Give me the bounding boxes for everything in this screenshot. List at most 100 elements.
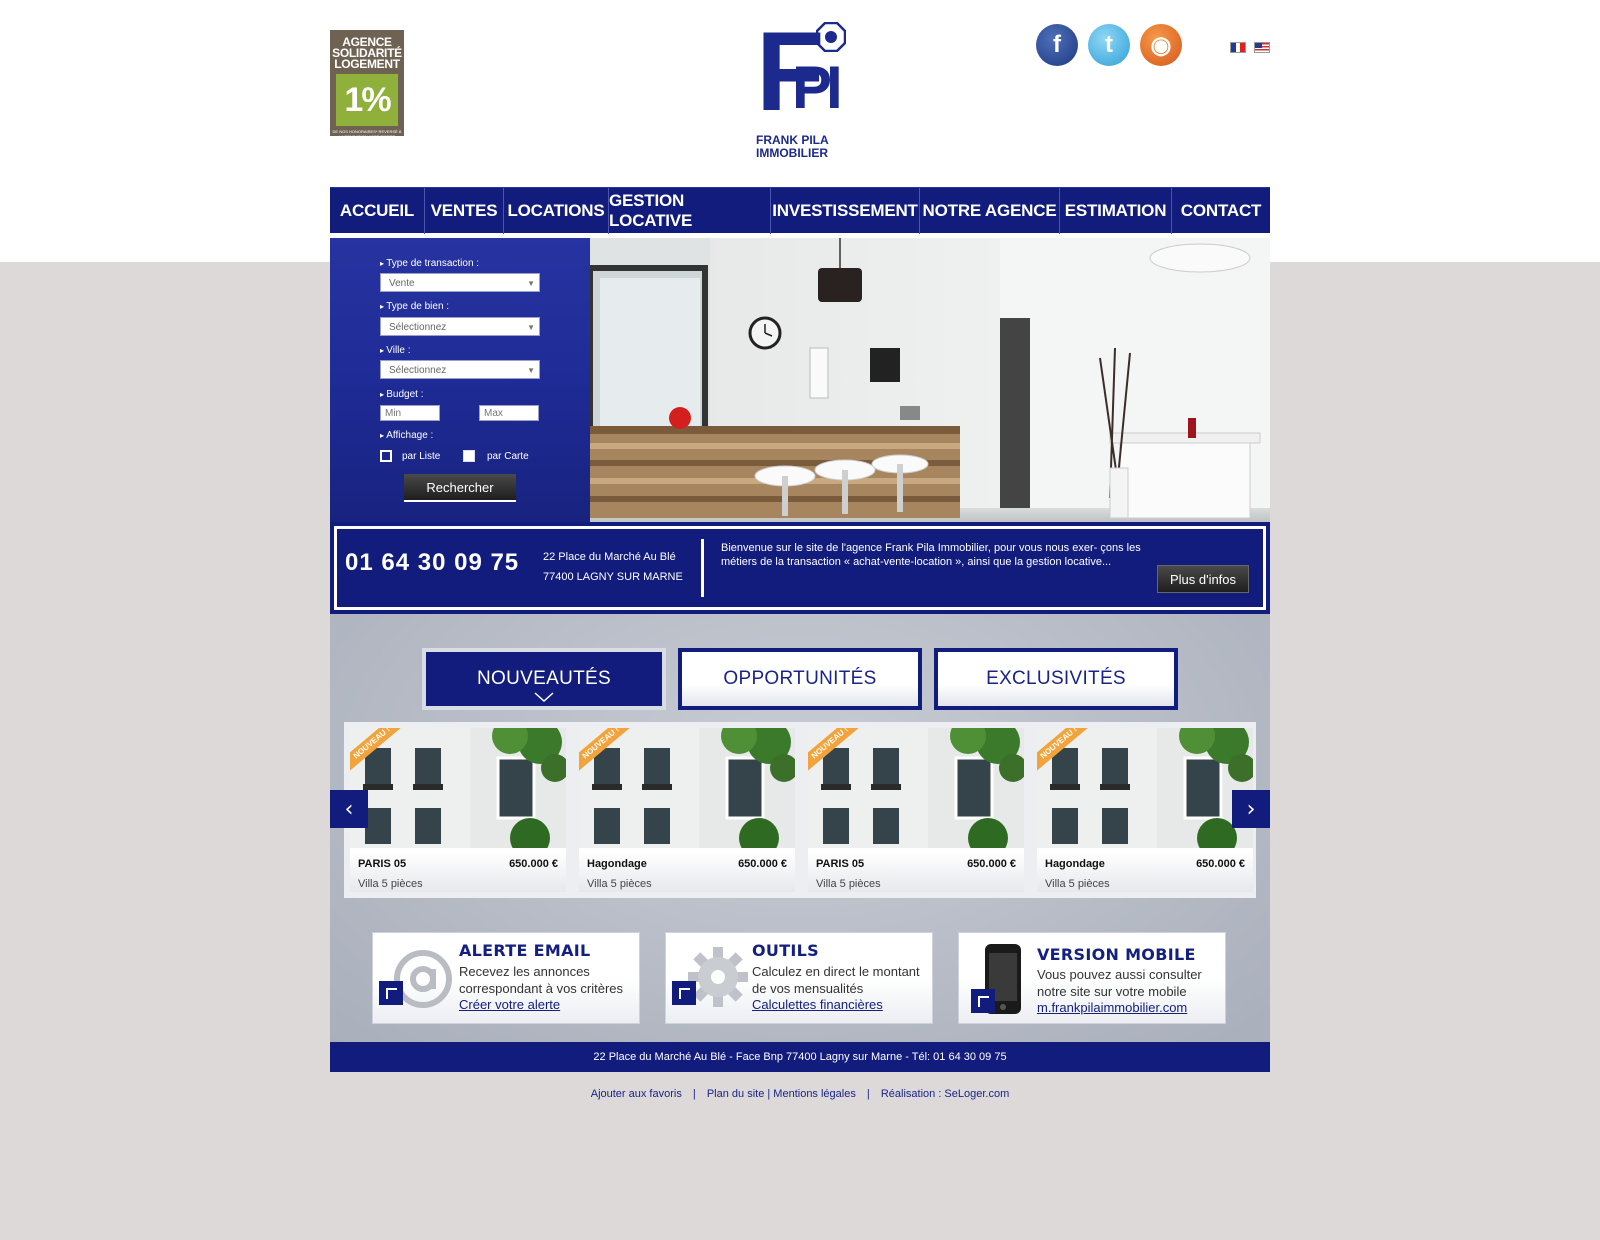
nav-item-estimation[interactable]: ESTIMATION: [1060, 188, 1172, 234]
listing-tabs: NOUVEAUTÉS OPPORTUNITÉS EXCLUSIVITÉS: [422, 648, 1178, 710]
city-label: Ville :: [380, 345, 410, 356]
listing-type: Villa 5 pièces: [587, 878, 652, 890]
solidarity-badge[interactable]: AGENCE SOLIDARITÉ LOGEMENT 1% DE NOS HON…: [330, 30, 404, 139]
listing-city: PARIS 05: [358, 858, 407, 870]
carousel-prev-arrow-icon[interactable]: ‹: [330, 790, 368, 828]
corner-arrow-icon: [971, 989, 995, 1013]
add-favorites-link[interactable]: Ajouter aux favoris: [591, 1088, 682, 1100]
credit-link[interactable]: Réalisation : SeLoger.com: [881, 1088, 1009, 1100]
more-info-button[interactable]: Plus d'infos: [1157, 565, 1249, 593]
budget-max-input[interactable]: [479, 405, 539, 421]
listing-card[interactable]: NOUVEAU ! Hagondage 650.000 € Villa 5 pi…: [1037, 728, 1253, 892]
badge-percent: 1%: [336, 74, 398, 126]
email-alert-box[interactable]: ALERTE EMAIL Recevez les annonces corres…: [372, 932, 640, 1024]
info-divider: [701, 539, 704, 597]
tools-box[interactable]: OUTILS Calculez en direct le montant de …: [665, 932, 933, 1024]
listing-type: Villa 5 pièces: [816, 878, 881, 890]
footer-address-bar: 22 Place du Marché Au Blé - Face Bnp 774…: [330, 1042, 1270, 1072]
building-facade-image: [1037, 728, 1253, 848]
nav-item-locations[interactable]: LOCATIONS: [504, 188, 609, 234]
listing-photo: NOUVEAU !: [579, 728, 795, 848]
property-type-label: Type de bien :: [380, 301, 449, 312]
site-logo[interactable]: F P I FRANK PILA IMMOBILIER: [756, 16, 856, 164]
nav-item-accueil[interactable]: ACCUEIL: [330, 188, 425, 234]
listing-price: 650.000 €: [967, 858, 1016, 870]
mobile-title: VERSION MOBILE: [1037, 945, 1196, 964]
nav-item-notre-agence[interactable]: NOTRE AGENCE: [920, 188, 1060, 234]
building-facade-image: [808, 728, 1024, 848]
tab-opportunites[interactable]: OPPORTUNITÉS: [678, 648, 922, 710]
list-view-label: par Liste: [402, 451, 441, 462]
budget-label: Budget :: [380, 389, 423, 400]
english-flag-icon[interactable]: [1254, 42, 1270, 53]
nav-item-ventes[interactable]: VENTES: [425, 188, 504, 234]
tab-exclusivites[interactable]: EXCLUSIVITÉS: [934, 648, 1178, 710]
listing-card[interactable]: NOUVEAU ! Hagondage 650.000 € Villa 5 pi…: [579, 728, 795, 892]
footer-separator: |: [866, 1088, 870, 1100]
badge-line-3: LOGEMENT: [334, 57, 400, 71]
logo-line-2: IMMOBILIER: [756, 146, 828, 160]
email-alert-text: Recevez les annonces correspondant à vos…: [459, 964, 624, 996]
corner-arrow-icon: [672, 981, 696, 1005]
transaction-select[interactable]: Vente: [380, 273, 540, 293]
listing-photo: NOUVEAU !: [1037, 728, 1253, 848]
property-type-select[interactable]: Sélectionnez: [380, 317, 540, 337]
legal-notice-link[interactable]: Mentions légales: [773, 1088, 856, 1100]
display-label: Affichage :: [380, 430, 433, 441]
corner-arrow-icon: [379, 981, 403, 1005]
listing-card[interactable]: NOUVEAU ! PARIS 05 650.000 € Villa 5 piè…: [350, 728, 566, 892]
promo-boxes: ALERTE EMAIL Recevez les annonces corres…: [372, 932, 1226, 1024]
page-wrapper: AGENCE SOLIDARITÉ LOGEMENT 1% DE NOS HON…: [330, 0, 1270, 1240]
list-view-checkbox[interactable]: [380, 450, 392, 462]
badge-small-text: DE NOS HONORAIRES* REVERSÉ À LA FONDATIO…: [332, 129, 402, 139]
chevron-down-icon: [534, 692, 554, 702]
listing-city: Hagondage: [587, 858, 647, 870]
calculators-link[interactable]: Calculettes financières: [752, 997, 883, 1012]
search-panel: Type de transaction : Vente Type de bien…: [330, 238, 590, 522]
listing-city: Hagondage: [1045, 858, 1105, 870]
facebook-icon[interactable]: f: [1036, 24, 1078, 66]
tab-opportunites-label: OPPORTUNITÉS: [723, 668, 877, 689]
footer-separator: |: [692, 1088, 696, 1100]
french-flag-icon[interactable]: [1230, 42, 1246, 53]
welcome-text: Bienvenue sur le site de l'agence Frank …: [721, 542, 1141, 568]
footer-links: Ajouter aux favoris | Plan du site | Men…: [330, 1088, 1270, 1100]
mobile-version-box[interactable]: VERSION MOBILE Vous pouvez aussi consult…: [958, 932, 1226, 1024]
listing-card[interactable]: NOUVEAU ! PARIS 05 650.000 € Villa 5 piè…: [808, 728, 1024, 892]
tab-nouveautes-label: NOUVEAUTÉS: [477, 668, 611, 689]
phone-number[interactable]: 01 64 30 09 75: [345, 549, 519, 577]
carousel-next-arrow-icon[interactable]: ›: [1232, 790, 1270, 828]
agency-photo: [590, 238, 1270, 522]
tools-text: Calculez en direct le montant de vos men…: [752, 964, 920, 996]
listing-photo: NOUVEAU !: [808, 728, 1024, 848]
main-nav: ACCUEIL VENTES LOCATIONS GESTION LOCATIV…: [330, 187, 1270, 234]
nav-item-investissement[interactable]: INVESTISSEMENT: [771, 188, 920, 234]
email-alert-title: ALERTE EMAIL: [459, 941, 591, 960]
listing-type: Villa 5 pièces: [358, 878, 423, 890]
nav-item-gestion-locative[interactable]: GESTION LOCATIVE: [609, 188, 771, 234]
budget-min-input[interactable]: [380, 405, 440, 421]
social-links: f t ◉: [1036, 24, 1182, 66]
listing-price: 650.000 €: [738, 858, 787, 870]
map-view-checkbox[interactable]: [463, 450, 475, 462]
city-select[interactable]: Sélectionnez: [380, 360, 540, 380]
listing-price: 650.000 €: [1196, 858, 1245, 870]
logo-octagon-icon: [816, 22, 846, 52]
listing-type: Villa 5 pièces: [1045, 878, 1110, 890]
search-button[interactable]: Rechercher: [404, 474, 516, 502]
rss-icon[interactable]: ◉: [1140, 24, 1182, 66]
create-alert-link[interactable]: Créer votre alerte: [459, 997, 560, 1012]
twitter-icon[interactable]: t: [1088, 24, 1130, 66]
tab-nouveautes[interactable]: NOUVEAUTÉS: [422, 648, 666, 710]
tab-exclusivites-label: EXCLUSIVITÉS: [986, 668, 1126, 689]
transaction-label: Type de transaction :: [380, 258, 479, 269]
listing-city: PARIS 05: [816, 858, 865, 870]
nav-item-contact[interactable]: CONTACT: [1172, 188, 1270, 234]
sitemap-link[interactable]: Plan du site: [707, 1088, 764, 1100]
listings-carousel: NOUVEAU ! PARIS 05 650.000 € Villa 5 piè…: [330, 722, 1270, 898]
mobile-site-link[interactable]: m.frankpilaimmobilier.com: [1037, 1000, 1187, 1015]
agency-interior-image: [590, 238, 1270, 522]
listing-photo: NOUVEAU !: [350, 728, 566, 848]
agency-address: 22 Place du Marché Au Blé 77400 LAGNY SU…: [543, 547, 683, 587]
map-view-label: par Carte: [487, 451, 529, 462]
